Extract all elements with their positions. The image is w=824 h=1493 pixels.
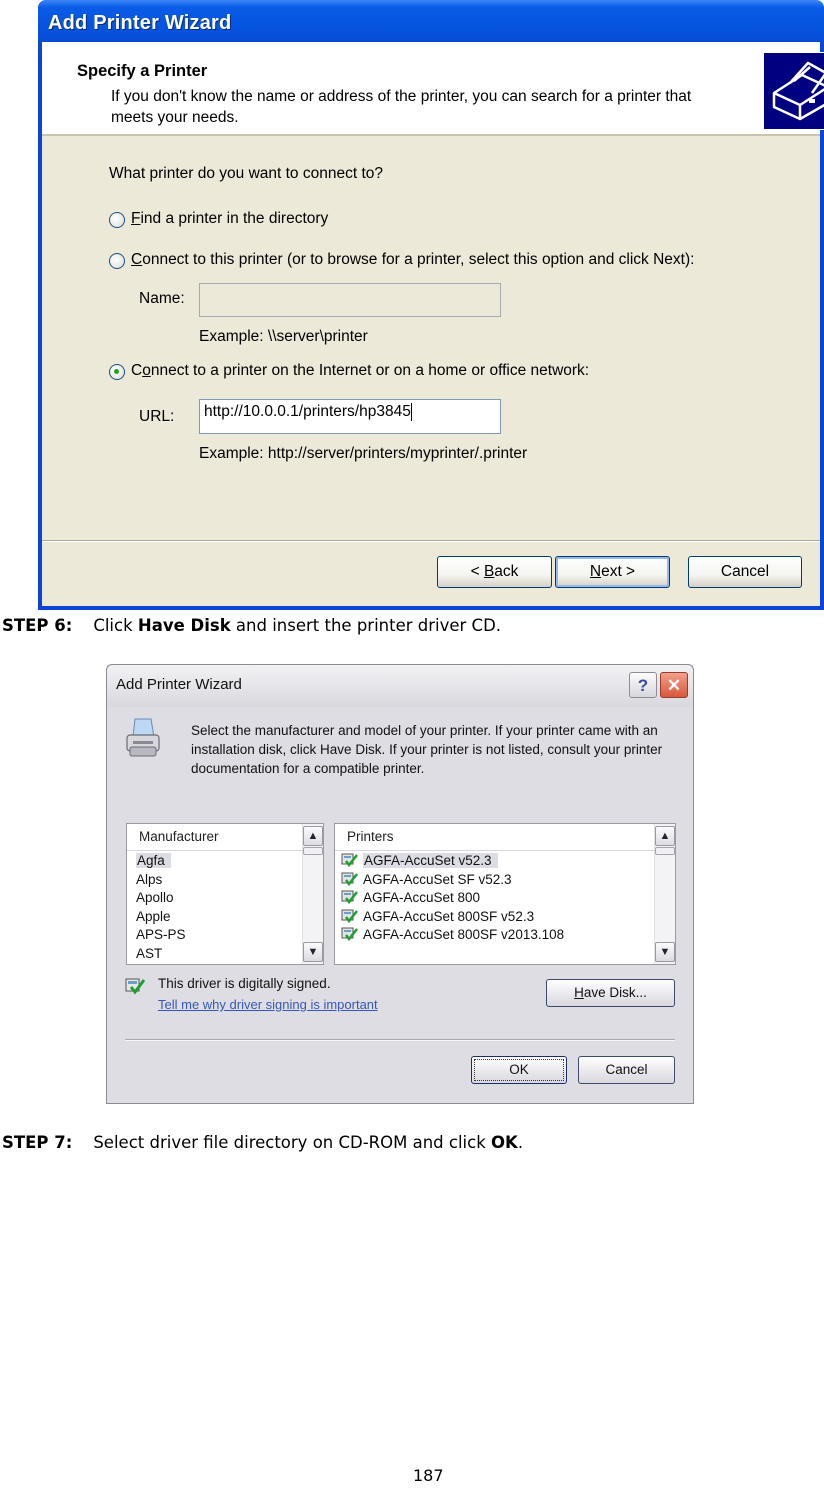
scroll-down-arrow-icon[interactable]: ▼ [655, 942, 675, 962]
signed-driver-icon [341, 909, 358, 923]
name-label: Name: [139, 290, 185, 307]
signed-driver-icon [341, 927, 358, 942]
window-title: Add Printer Wizard [116, 676, 242, 693]
printer-icon [123, 717, 163, 761]
step-7-instruction: STEP 7: Select driver file directory on C… [2, 1133, 524, 1152]
radio-connect-to-printer[interactable] [109, 253, 125, 269]
radio-find-in-directory[interactable] [109, 212, 125, 228]
scroll-up-arrow-icon[interactable]: ▲ [303, 826, 323, 846]
option-find-label: Find a printer in the directory [131, 210, 329, 227]
step-6-label: STEP 6: [2, 616, 73, 635]
help-button[interactable]: ? [629, 672, 657, 698]
option-internet-label: Connect to a printer on the Internet or … [131, 362, 590, 379]
manufacturer-item[interactable]: Alps [127, 871, 323, 890]
printers-column-header[interactable]: Printers [335, 824, 675, 851]
printer-name: AGFA-AccuSet SF v52.3 [363, 871, 512, 887]
have-disk-button[interactable]: Have Disk... [546, 979, 675, 1007]
title-bar[interactable]: Add Printer Wizard ? ✕ [107, 665, 693, 707]
manufacturer-name: APS-PS [136, 927, 186, 942]
manufacturer-item[interactable]: Apple [127, 908, 323, 927]
printers-listbox[interactable]: Printers AGFA-AccuSet v52.3 AGFA-AccuSet … [334, 823, 676, 965]
next-button[interactable]: Next > [555, 556, 670, 588]
signed-driver-text: This driver is digitally signed. [158, 976, 331, 991]
scroll-thumb[interactable] [303, 847, 323, 855]
cancel-button[interactable]: Cancel [578, 1056, 675, 1084]
printer-name: AGFA-AccuSet 800SF v2013.108 [363, 927, 565, 942]
driver-signing-link[interactable]: Tell me why driver signing is important [158, 997, 378, 1012]
printer-item[interactable]: AGFA-AccuSet SF v52.3 [335, 871, 675, 890]
manufacturer-column-header[interactable]: Manufacturer [127, 824, 323, 851]
text-cursor [410, 403, 412, 421]
printer-item[interactable]: AGFA-AccuSet v52.3 [335, 852, 675, 871]
printer-name: AGFA-AccuSet 800SF v52.3 [363, 908, 535, 924]
close-button[interactable]: ✕ [660, 672, 688, 698]
manufacturer-name: Alps [136, 871, 163, 887]
page-number: 187 [413, 1466, 444, 1485]
header-title: Specify a Printer [77, 62, 208, 80]
help-icon: ? [637, 676, 649, 695]
connect-question: What printer do you want to connect to? [109, 165, 383, 182]
option-connect-label: Connect to this printer (or to browse fo… [131, 251, 695, 268]
ok-button[interactable]: OK [471, 1056, 567, 1084]
add-printer-wizard-dialog-select-driver: Add Printer Wizard ? ✕ Select the manufa… [106, 664, 694, 1104]
url-example: Example: http://server/printers/myprinte… [199, 445, 528, 462]
printers-scrollbar[interactable]: ▲ ▼ [654, 824, 675, 964]
manufacturer-list: Agfa Alps Apollo Apple APS-PS AST [127, 851, 323, 963]
signed-driver-icon [341, 853, 358, 868]
manufacturer-name: Apple [136, 908, 171, 924]
signed-driver-icon [341, 890, 358, 905]
close-icon: ✕ [666, 676, 682, 695]
header-subtitle: If you don't know the name or address of… [111, 88, 692, 126]
scroll-down-arrow-icon[interactable]: ▼ [303, 942, 323, 962]
manufacturer-item[interactable]: APS-PS [127, 926, 323, 945]
cancel-button[interactable]: Cancel [688, 556, 802, 588]
window-title: Add Printer Wizard [48, 12, 232, 34]
printers-list: AGFA-AccuSet v52.3 AGFA-AccuSet SF v52.3 A… [335, 851, 675, 945]
add-printer-wizard-dialog-specify: Add Printer Wizard Specify a Printer If … [38, 0, 824, 610]
button-separator [42, 540, 820, 542]
ok-emphasis: OK [491, 1133, 518, 1152]
manufacturer-scrollbar[interactable]: ▲ ▼ [302, 824, 323, 964]
printer-icon [763, 52, 824, 130]
have-disk-emphasis: Have Disk [137, 616, 231, 635]
manufacturer-item[interactable]: AST [127, 945, 323, 964]
instructions-text: Select the manufacturer and model of you… [191, 723, 663, 776]
url-input-value: http://10.0.0.1/printers/hp3845 [204, 403, 411, 421]
manufacturer-name: Agfa [136, 853, 171, 868]
printer-item[interactable]: AGFA-AccuSet 800SF v52.3 [335, 908, 675, 927]
manufacturer-name: Apollo [136, 890, 174, 905]
printer-item[interactable]: AGFA-AccuSet 800SF v2013.108 [335, 926, 675, 945]
step-7-label: STEP 7: [2, 1133, 73, 1152]
back-button[interactable]: < Back [437, 556, 552, 588]
manufacturer-name: AST [136, 945, 163, 961]
signed-driver-icon [341, 872, 358, 886]
printer-name: AGFA-AccuSet 800 [363, 890, 481, 905]
scroll-thumb[interactable] [655, 847, 675, 855]
name-example: Example: \\server\printer [199, 328, 368, 345]
name-input[interactable] [199, 283, 501, 317]
button-separator [125, 1039, 675, 1041]
manufacturer-listbox[interactable]: Manufacturer Agfa Alps Apollo Apple APS-PS AS… [126, 823, 324, 965]
signed-driver-icon [125, 977, 146, 1000]
dialog-client-area: Specify a Printer If you don't know the … [42, 42, 824, 606]
manufacturer-item[interactable]: Agfa [127, 852, 323, 871]
step-6-instruction: STEP 6: Click Have Disk and insert the pr… [2, 616, 502, 635]
scroll-up-arrow-icon[interactable]: ▲ [655, 826, 675, 846]
radio-internet-printer-selected[interactable] [109, 364, 125, 380]
manufacturer-item[interactable]: Apollo [127, 889, 323, 908]
url-input[interactable]: http://10.0.0.1/printers/hp3845 [199, 399, 501, 434]
url-label: URL: [139, 408, 175, 425]
printer-item[interactable]: AGFA-AccuSet 800 [335, 889, 675, 908]
printer-name: AGFA-AccuSet v52.3 [363, 853, 498, 868]
wizard-header: Specify a Printer If you don't know the … [42, 42, 820, 136]
